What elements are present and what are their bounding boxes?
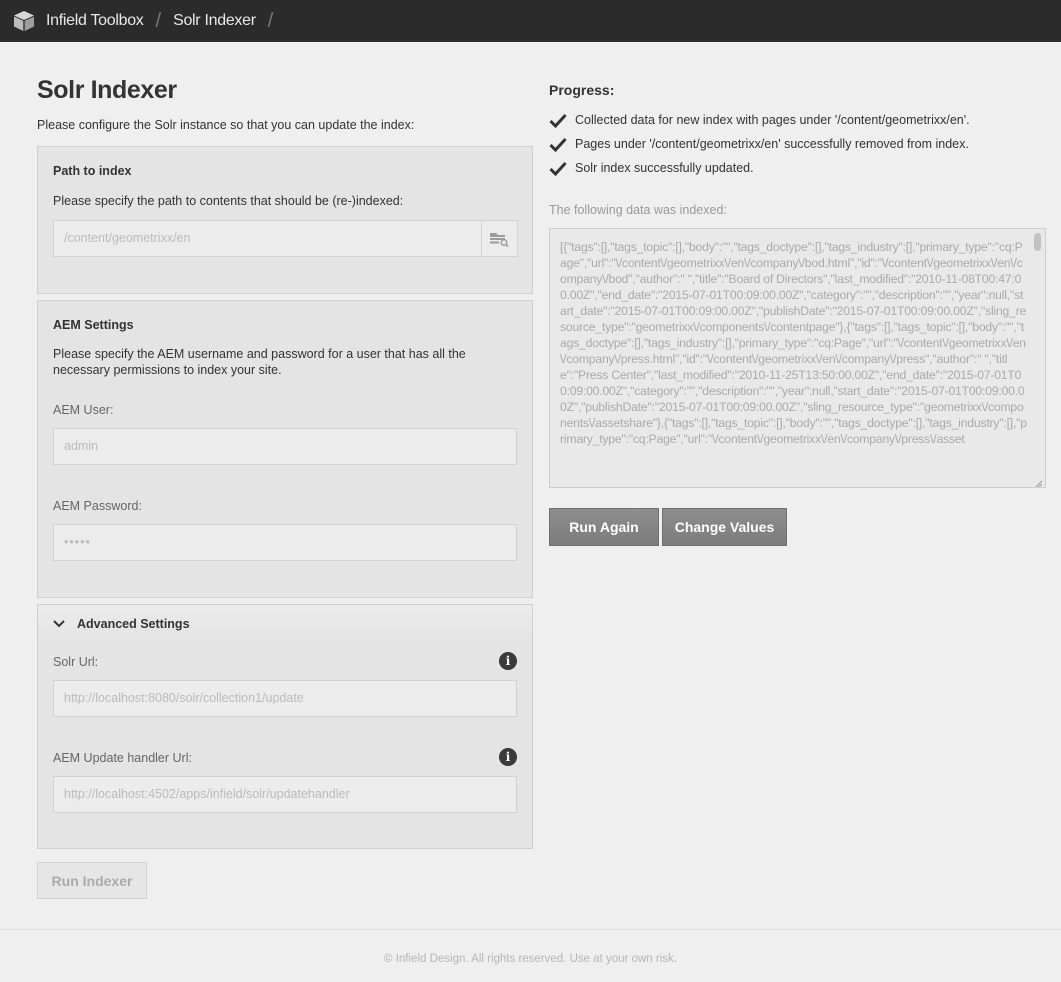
progress-item: Collected data for new index with pages …	[549, 112, 970, 128]
aem-settings-panel: AEM Settings Please specify the AEM user…	[37, 300, 533, 598]
textarea-scrollbar[interactable]	[1034, 233, 1041, 251]
browse-folder-button[interactable]	[481, 221, 517, 256]
advanced-settings-toggle[interactable]: Advanced Settings	[38, 605, 532, 643]
run-indexer-button[interactable]: Run Indexer	[37, 862, 147, 899]
aem-user-label: AEM User:	[53, 403, 114, 417]
panel-description: Please specify the AEM username and pass…	[53, 347, 466, 377]
intro-text: Please configure the Solr instance so th…	[37, 118, 415, 132]
change-values-button[interactable]: Change Values	[662, 508, 787, 546]
indexed-data-label: The following data was indexed:	[549, 203, 727, 217]
handler-url-input[interactable]: http://localhost:4502/apps/infield/solr/…	[53, 776, 517, 813]
handler-url-label: AEM Update handler Url:	[53, 751, 192, 765]
box-logo-icon[interactable]	[12, 9, 36, 33]
path-panel: Path to index Please specify the path to…	[37, 146, 533, 294]
info-icon[interactable]: i	[499, 652, 517, 670]
resize-handle-icon[interactable]	[1034, 476, 1043, 487]
checkmark-icon	[549, 160, 567, 176]
panel-title: Path to index	[53, 164, 132, 178]
panel-title: AEM Settings	[53, 318, 134, 332]
progress-item: Pages under '/content/geometrixx/en' suc…	[549, 136, 969, 152]
breadcrumb-page[interactable]: Solr Indexer	[173, 12, 256, 30]
path-input[interactable]: /content/geometrixx/en	[54, 221, 482, 256]
advanced-settings-title: Advanced Settings	[77, 617, 190, 631]
indexed-data-textarea[interactable]: [{"tags":[],"tags_topic":[],"body":"","t…	[549, 228, 1046, 488]
solr-url-label: Solr Url:	[53, 655, 99, 669]
run-again-button[interactable]: Run Again	[549, 508, 659, 546]
aem-password-label: AEM Password:	[53, 499, 142, 513]
top-bar: Infield Toolbox / Solr Indexer /	[0, 0, 1061, 42]
panel-description: Please specify the path to contents that…	[53, 194, 404, 208]
progress-item-text: Collected data for new index with pages …	[575, 113, 970, 127]
chevron-down-icon	[53, 617, 67, 631]
folder-search-icon	[490, 232, 509, 247]
breadcrumb-separator: /	[267, 9, 274, 32]
indexed-data-text: [{"tags":[],"tags_topic":[],"body":"","t…	[560, 240, 1027, 446]
checkmark-icon	[549, 136, 567, 152]
progress-item-text: Solr index successfully updated.	[575, 161, 754, 175]
page-title: Solr Indexer	[37, 76, 177, 104]
breadcrumb-separator: /	[155, 9, 162, 32]
footer-divider	[0, 929, 1061, 930]
breadcrumb-app[interactable]: Infield Toolbox	[46, 12, 144, 30]
footer-text: © Infield Design. All rights reserved. U…	[384, 953, 677, 965]
path-field: /content/geometrixx/en	[53, 220, 518, 257]
progress-item-text: Pages under '/content/geometrixx/en' suc…	[575, 137, 969, 151]
progress-title: Progress:	[549, 82, 615, 98]
solr-url-input[interactable]: http://localhost:8080/solr/collection1/u…	[53, 680, 517, 717]
checkmark-icon	[549, 112, 567, 128]
info-icon[interactable]: i	[499, 748, 517, 766]
aem-password-input[interactable]: •••••	[53, 524, 517, 561]
advanced-settings-panel: Advanced Settings Solr Url: i http://loc…	[37, 604, 533, 849]
aem-user-input[interactable]: admin	[53, 428, 517, 465]
progress-item: Solr index successfully updated.	[549, 160, 754, 176]
